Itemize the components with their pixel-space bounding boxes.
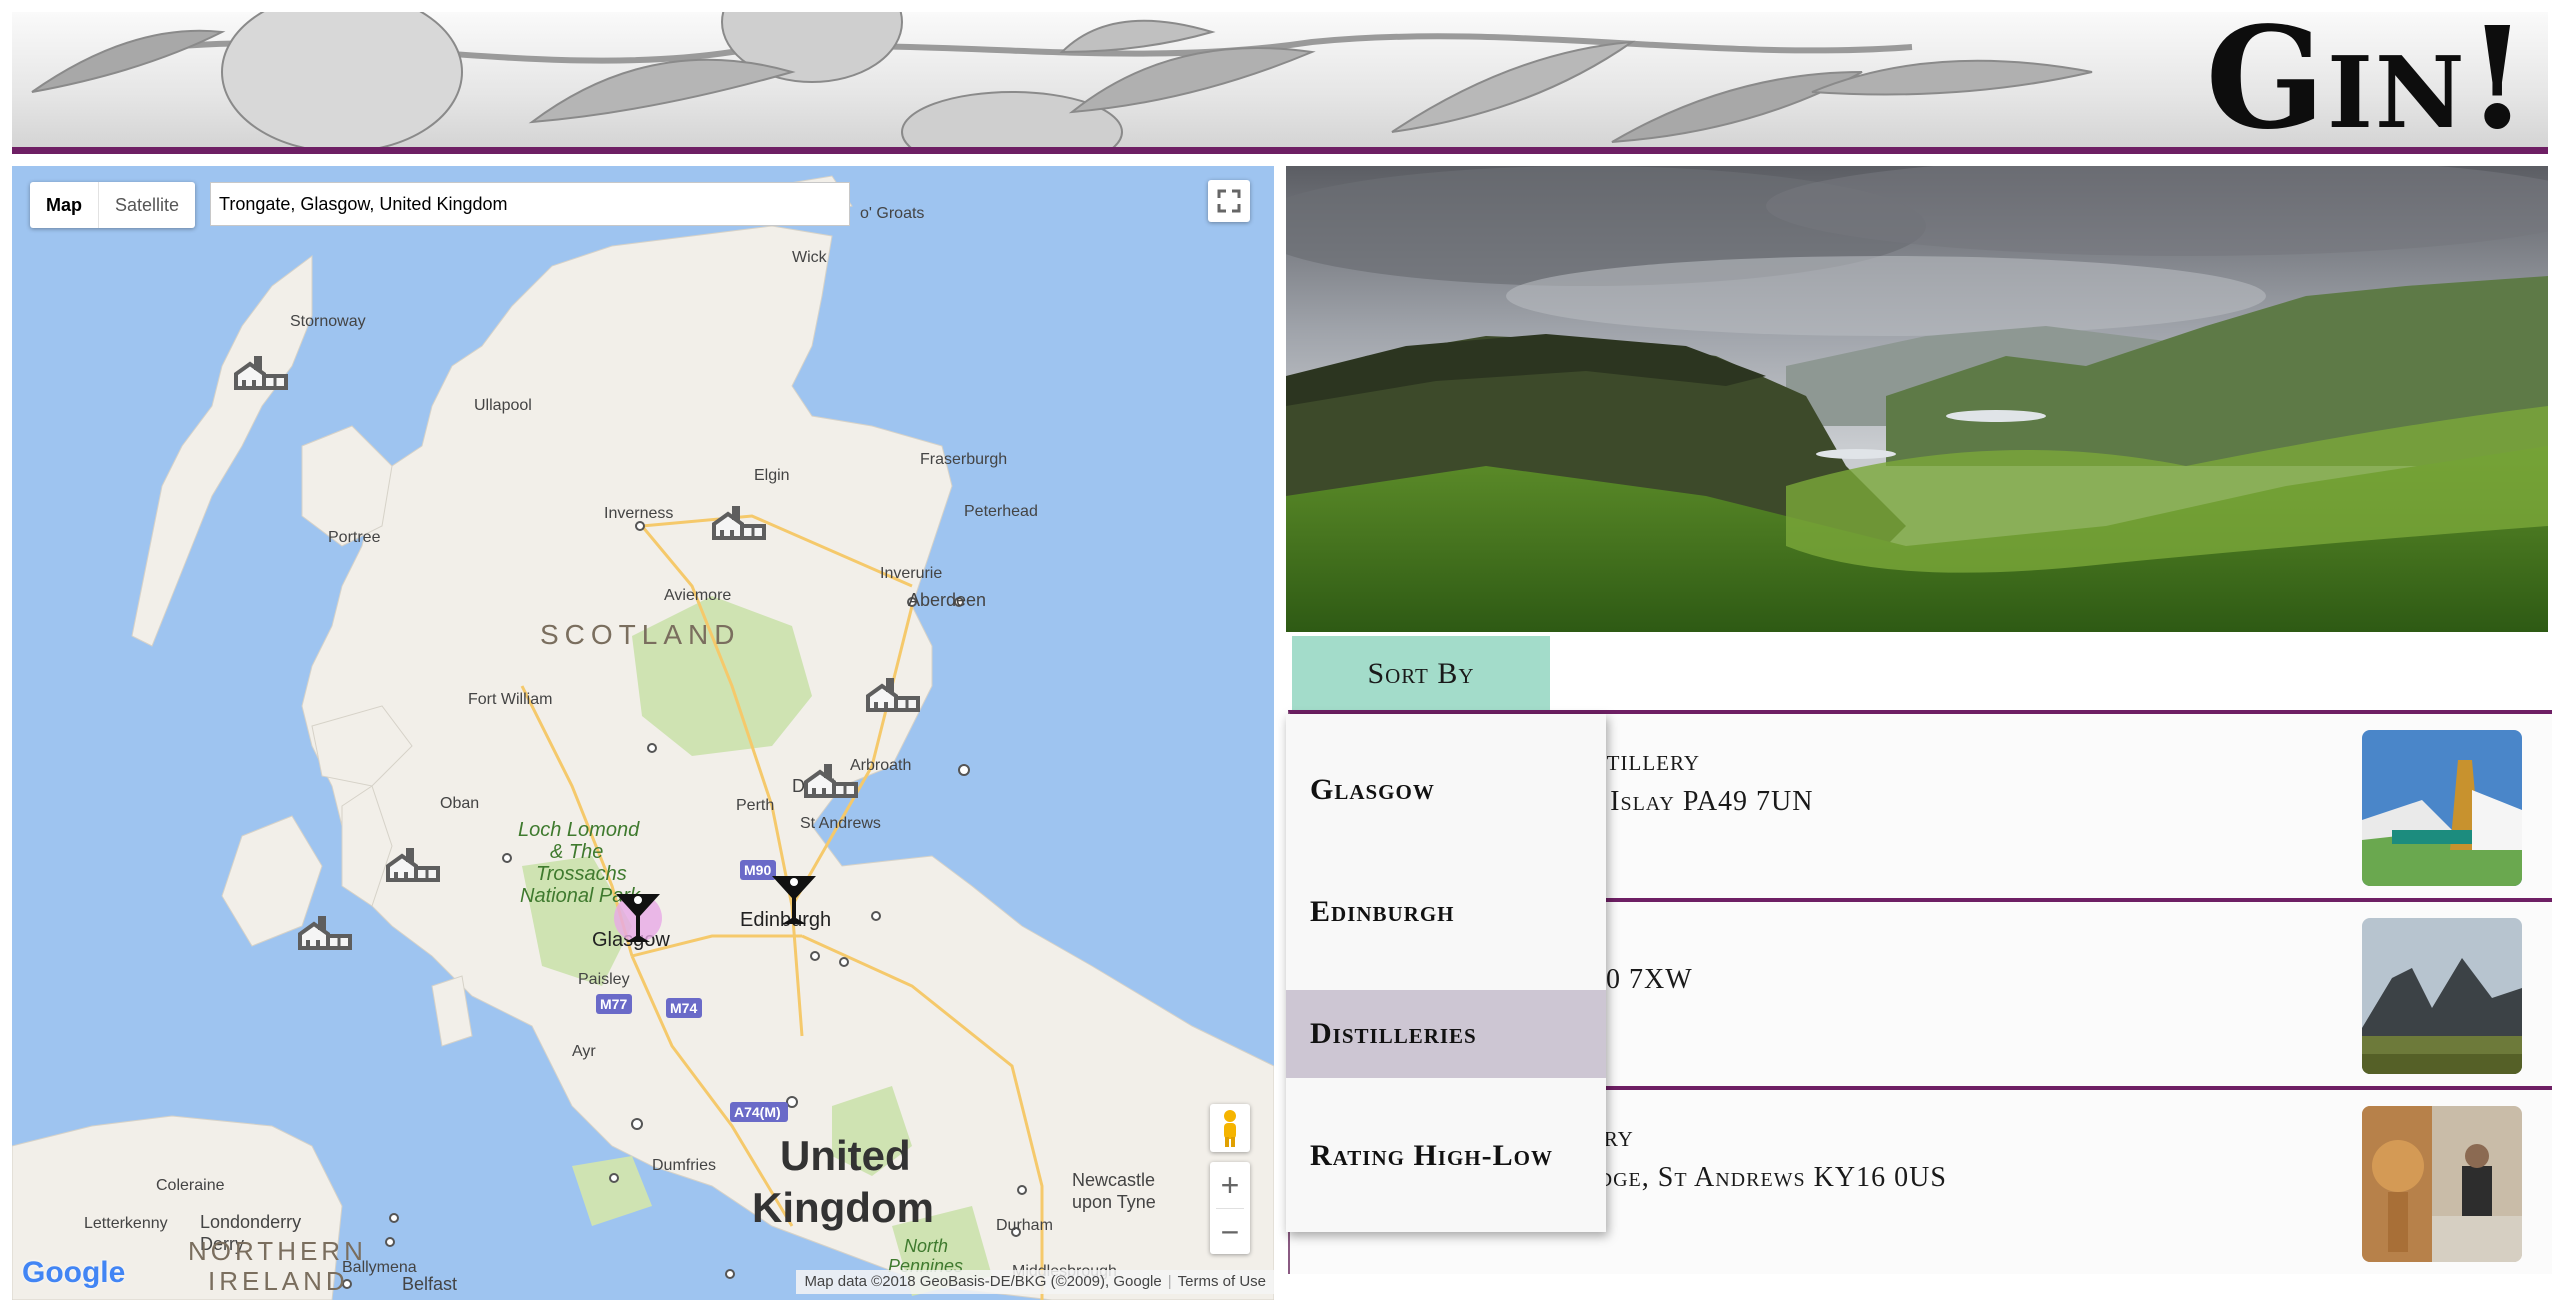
item-thumbnail <box>2362 918 2522 1074</box>
label-united: United <box>780 1132 911 1179</box>
map-type-satellite-button[interactable]: Satellite <box>99 182 195 228</box>
terms-of-use-link[interactable]: Terms of Use <box>1178 1270 1266 1294</box>
label-oban: Oban <box>440 795 479 812</box>
highlands-landscape <box>1286 166 2548 632</box>
distillery-icon[interactable] <box>298 914 352 950</box>
item-address: idge, St Andrews KY16 0US <box>1590 1162 1947 1193</box>
label-st-andrews: St Andrews <box>800 815 881 832</box>
label-loch-lomond-and: & The <box>550 841 603 863</box>
map-data-credit: Map data ©2018 GeoBasis-DE/BKG (©2009), … <box>804 1273 1162 1290</box>
label-wick: Wick <box>792 249 828 266</box>
sort-dropdown-menu: Glasgow Edinburgh Distilleries Rating Hi… <box>1286 714 1606 1232</box>
label-stornoway: Stornoway <box>290 313 366 330</box>
map-type-map-button[interactable]: Map <box>30 182 98 228</box>
label-edinburgh: Edinburgh <box>740 909 831 931</box>
label-arbroath: Arbroath <box>850 757 911 774</box>
shield-a74m: A74(M) <box>734 1104 781 1120</box>
pegman-icon <box>1224 1110 1236 1147</box>
google-logo[interactable]: Google <box>22 1256 125 1290</box>
label-fort-william: Fort William <box>468 691 552 708</box>
label-trossachs: Trossachs <box>536 863 627 885</box>
label-loch-lomond: Loch Lomond <box>518 819 640 841</box>
map-attribution: Map data ©2018 GeoBasis-DE/BKG (©2009), … <box>796 1270 1274 1294</box>
item-address: 0 7XW <box>1606 964 1693 995</box>
land-skye <box>301 425 393 547</box>
label-londonderry: Londonderry <box>200 1212 301 1232</box>
label-dumfries: Dumfries <box>652 1157 716 1174</box>
sort-option-rating-high-low[interactable]: Rating High-Low <box>1286 1112 1606 1200</box>
label-elgin: Elgin <box>754 467 790 484</box>
fullscreen-button[interactable] <box>1208 180 1250 222</box>
map-view[interactable]: o' Groats Wick Stornoway Ullapool Fraser… <box>12 166 1274 1300</box>
label-inverness: Inverness <box>604 505 673 522</box>
shield-m77: M77 <box>600 996 627 1012</box>
label-ayr: Ayr <box>572 1043 596 1060</box>
label-perth: Perth <box>736 797 774 814</box>
label-ireland: IRELAND <box>208 1266 349 1296</box>
item-thumbnail <box>2362 1106 2522 1262</box>
label-north: North <box>904 1236 948 1256</box>
label-durham: Durham <box>996 1217 1053 1234</box>
label-aviemore: Aviemore <box>664 587 731 604</box>
label-ullapool: Ullapool <box>474 397 532 414</box>
brand-title: Gin! <box>2205 12 2530 148</box>
map-type-control: Map Satellite <box>30 182 196 228</box>
land-hebrides <box>131 255 313 647</box>
item-address: f Islay PA49 7UN <box>1590 786 1814 817</box>
label-coleraine: Coleraine <box>156 1177 225 1194</box>
label-inverurie: Inverurie <box>880 565 942 582</box>
zoom-control: + − <box>1210 1162 1250 1254</box>
header-divider <box>12 147 2548 154</box>
fullscreen-icon <box>1217 189 1241 213</box>
sort-option-distilleries[interactable]: Distilleries <box>1286 990 1606 1078</box>
label-portree: Portree <box>328 529 381 546</box>
label-belfast: Belfast <box>402 1274 457 1294</box>
label-peterhead: Peterhead <box>964 503 1038 520</box>
shield-m74: M74 <box>670 1000 697 1016</box>
zoom-in-button[interactable]: + <box>1210 1162 1250 1208</box>
map-canvas[interactable]: o' Groats Wick Stornoway Ullapool Fraser… <box>12 166 1274 1300</box>
label-fraserburgh: Fraserburgh <box>920 451 1007 468</box>
sort-option-edinburgh[interactable]: Edinburgh <box>1286 868 1606 956</box>
olive-branch-art <box>31 12 2093 148</box>
item-thumbnail <box>2362 730 2522 886</box>
park-galloway <box>572 1156 652 1226</box>
label-kingdom: Kingdom <box>752 1184 934 1231</box>
label-upon-tyne: upon Tyne <box>1072 1192 1156 1212</box>
sort-option-glasgow[interactable]: Glasgow <box>1286 746 1606 834</box>
shield-m90: M90 <box>744 862 771 878</box>
header-banner: Gin! <box>12 12 2548 148</box>
attribution-separator: | <box>1167 1273 1172 1290</box>
location-search-input[interactable] <box>210 182 850 226</box>
label-newcastle: Newcastle <box>1072 1170 1155 1190</box>
land-islay <box>221 815 323 947</box>
zoom-out-button[interactable]: − <box>1210 1209 1250 1255</box>
label-scotland: SCOTLAND <box>540 619 740 650</box>
hero-landscape-image <box>1286 166 2548 632</box>
label-northern: NORTHERN <box>188 1236 367 1266</box>
label-groats: o' Groats <box>860 205 924 222</box>
label-aberdeen: Aberdeen <box>908 590 986 610</box>
label-paisley: Paisley <box>578 971 630 988</box>
street-view-pegman-button[interactable] <box>1210 1104 1250 1152</box>
label-letterkenny: Letterkenny <box>84 1215 168 1232</box>
